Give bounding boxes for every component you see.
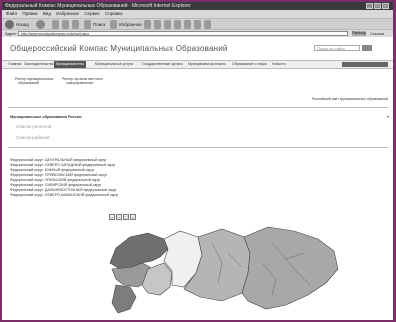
mail-icon[interactable] [154, 20, 161, 29]
nav-item-education[interactable]: Образование и наука [232, 61, 267, 68]
research-icon[interactable] [204, 20, 211, 29]
close-button[interactable]: × [382, 3, 389, 9]
menu-file[interactable]: Файл [6, 10, 17, 18]
regions-list-link[interactable]: Список регионов [16, 124, 51, 129]
refresh-icon[interactable] [62, 20, 69, 29]
site-nav: Главная Законодательство Муниципалитеты … [2, 60, 393, 69]
district-link[interactable]: Федеральный округ: УРАЛЬСКИЙ федеральный… [10, 178, 100, 182]
nav-item-state-bodies[interactable]: Государственные органы [142, 61, 183, 68]
districts-list-link[interactable]: Список районов [16, 135, 50, 140]
menu-tools[interactable]: Сервис [84, 10, 99, 18]
zoom-fit-button[interactable]: □ [123, 214, 129, 220]
registry-link-2b[interactable]: самоуправления [66, 81, 93, 85]
address-bar: Адрес http://www.municipalkompas.ru/defa… [2, 29, 393, 37]
russian-site-link[interactable]: Российский сайт муниципальных образовани… [312, 97, 388, 101]
registry-link-1b[interactable]: образований [18, 81, 39, 85]
south-district-region[interactable] [111, 284, 137, 314]
district-link[interactable]: Федеральный округ: ДАЛЬНЕВОСТОЧНЫЙ федер… [10, 188, 117, 192]
address-input[interactable]: http://www.municipalkompas.ru/default.as… [18, 31, 348, 36]
forward-icon[interactable] [36, 20, 45, 29]
district-link[interactable]: Федеральный округ: ПРИВОЛЖСКИЙ федеральн… [10, 173, 107, 177]
discuss-icon[interactable] [184, 20, 191, 29]
district-link[interactable]: Федеральный округ: СИБИРСКИЙ федеральный… [10, 183, 101, 187]
menu-edit[interactable]: Правка [22, 10, 37, 18]
collapse-icon[interactable]: ▾ [387, 114, 389, 119]
go-button[interactable]: Переход [352, 31, 366, 36]
back-icon[interactable] [5, 20, 14, 29]
history-icon[interactable] [144, 20, 151, 29]
print-icon[interactable] [164, 20, 171, 29]
section-title: Муниципальные образования России [10, 115, 82, 119]
district-link[interactable]: Федеральный округ: ЦЕНТРАЛЬНЫЙ федеральн… [10, 158, 107, 162]
maximize-button[interactable]: □ [374, 3, 381, 9]
messenger-icon[interactable] [194, 20, 201, 29]
nav-item-news[interactable]: Новости [272, 61, 286, 68]
search-input[interactable]: Поиск по сайту [314, 45, 360, 51]
browser-window: Федеральный Компас Муниципальных Образов… [2, 2, 393, 320]
search-icon[interactable] [84, 20, 91, 29]
search-label[interactable]: Поиск [93, 20, 105, 29]
back-label[interactable]: Назад [16, 20, 29, 29]
nav-item-law[interactable]: Законодательство [24, 61, 54, 68]
nav-item-services[interactable]: Муниципальные услуги [95, 61, 133, 68]
menu-favorites[interactable]: Избранное [56, 10, 79, 18]
divider [8, 107, 388, 108]
edit-icon[interactable] [174, 20, 181, 29]
nav-highlight-block [342, 62, 388, 67]
home-icon[interactable] [72, 20, 79, 29]
stop-icon[interactable] [52, 20, 59, 29]
page-content: Общероссийский Компас Муниципальных Обра… [2, 37, 393, 320]
fareast-district-region[interactable] [241, 226, 339, 310]
russia-districts-map[interactable] [72, 223, 347, 320]
zoom-in-button[interactable]: + [109, 214, 115, 220]
nav-item-home[interactable]: Главная [8, 61, 21, 68]
divider [8, 147, 388, 148]
district-link[interactable]: Федеральный округ: ЮЖНЫЙ федеральный окр… [10, 168, 94, 172]
zoom-home-button[interactable]: ⌂ [130, 214, 136, 220]
window-title: Федеральный Компас Муниципальных Образов… [5, 3, 191, 9]
nav-item-municipalities[interactable]: Муниципалитеты [54, 61, 86, 68]
favorites-label[interactable]: Избранное [119, 20, 142, 29]
title-bar: Федеральный Компас Муниципальных Образов… [2, 2, 393, 10]
favorites-icon[interactable] [110, 20, 117, 29]
menu-view[interactable]: Вид [43, 10, 51, 18]
search-button[interactable] [362, 45, 372, 51]
minimize-button[interactable]: _ [366, 3, 373, 9]
address-label: Адрес [5, 31, 17, 36]
northwest-district-region[interactable] [109, 232, 169, 270]
site-title: Общероссийский Компас Муниципальных Обра… [10, 44, 228, 53]
district-link[interactable]: Федеральный округ: СЕВЕРО-ЗАПАДНЫЙ федер… [10, 163, 116, 167]
zoom-out-button[interactable]: − [116, 214, 122, 220]
menu-help[interactable]: Справка [105, 10, 123, 18]
menu-bar: Файл Правка Вид Избранное Сервис Справка [2, 10, 393, 18]
nav-item-authority[interactable]: Муниципальная власть [188, 61, 226, 68]
links-label[interactable]: Ссылки [370, 30, 384, 37]
district-link[interactable]: Федеральный округ: СЕВЕРО-КАВКАЗСКИЙ фед… [10, 193, 119, 197]
